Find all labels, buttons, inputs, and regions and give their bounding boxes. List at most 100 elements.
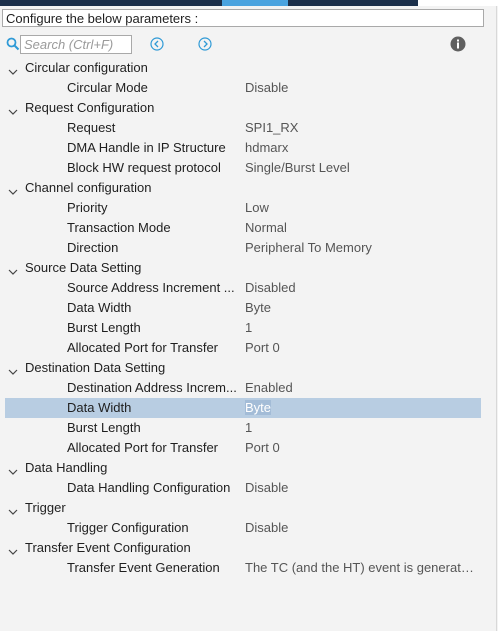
parameter-row[interactable]: Priority Low [0,198,496,218]
parameter-name: Trigger Configuration [67,520,189,535]
parameter-value-text: Disabled [245,280,296,295]
tree-group-row[interactable]: Data Handling [0,458,496,478]
parameter-value-text: Byte [245,400,272,415]
panel-header: Configure the below parameters : [2,9,484,27]
tree-group-row[interactable]: Trigger [0,498,496,518]
parameter-value[interactable]: The TC (and the HT) event is generate... [245,558,477,578]
parameter-row[interactable]: Burst Length 1 [0,418,496,438]
chevron-down-icon[interactable] [8,103,18,115]
group-label: Transfer Event Configuration [25,540,191,555]
chevron-left-circle-icon[interactable] [150,37,164,51]
parameter-value[interactable]: Disable [245,78,477,98]
parameter-value-text: Byte [245,300,272,315]
parameter-value[interactable]: Low [245,198,477,218]
chevron-down-icon[interactable] [8,363,18,375]
parameter-row[interactable]: Circular Mode Disable [0,78,496,98]
parameter-settings-panel: Configure the below parameters : Circula… [0,6,497,631]
chevron-down-icon[interactable] [8,263,18,275]
parameter-row[interactable]: Allocated Port for Transfer Port 0 [0,438,496,458]
parameter-value[interactable]: Byte [245,298,477,318]
chevron-down-icon[interactable] [8,63,18,75]
parameter-name: Data Width [67,400,132,415]
parameter-row[interactable]: Transaction Mode Normal [0,218,496,238]
parameter-name: Priority [67,200,108,215]
parameter-value[interactable]: Normal [245,218,477,238]
parameter-value-text: 1 [245,420,253,435]
parameter-value[interactable]: Enabled [245,378,477,398]
chevron-down-icon[interactable] [8,463,18,475]
parameter-value-text: Port 0 [245,340,280,355]
parameter-name: Allocated Port for Transfer [67,440,219,455]
parameter-value[interactable]: Disabled [245,278,477,298]
parameter-name: Transfer Event Generation [67,560,220,575]
parameter-row[interactable]: Data Handling Configuration Disable [0,478,496,498]
parameter-value[interactable]: Disable [245,518,477,538]
parameter-name: Burst Length [67,320,141,335]
parameter-name: Data Handling Configuration [67,480,231,495]
parameter-name: Transaction Mode [67,220,171,235]
parameter-row[interactable]: Trigger Configuration Disable [0,518,496,538]
parameter-value-text: SPI1_RX [245,120,299,135]
parameter-value-text: Disable [245,480,289,495]
parameter-name: Allocated Port for Transfer [67,340,219,355]
parameter-row[interactable]: Burst Length 1 [0,318,496,338]
group-label: Trigger [25,500,66,515]
parameter-value[interactable]: Byte [245,398,477,418]
parameter-value[interactable]: Port 0 [245,338,477,358]
parameter-value-text: Disable [245,80,289,95]
parameter-name: Data Width [67,300,132,315]
parameter-name: DMA Handle in IP Structure [67,140,226,155]
tree-group-row[interactable]: Destination Data Setting [0,358,496,378]
parameter-row[interactable]: Transfer Event Generation The TC (and the… [0,558,496,578]
parameter-row[interactable]: DMA Handle in IP Structure hdmarx [0,138,496,158]
parameter-value[interactable]: 1 [245,318,477,338]
parameter-value[interactable]: Single/Burst Level [245,158,477,178]
parameter-row[interactable]: Data Width Byte [5,398,481,418]
parameter-name: Direction [67,240,119,255]
parameter-value-text: Disable [245,520,289,535]
tree-group-row[interactable]: Source Data Setting [0,258,496,278]
group-label: Data Handling [25,460,108,475]
parameter-row[interactable]: Direction Peripheral To Memory [0,238,496,258]
parameter-value[interactable]: hdmarx [245,138,477,158]
parameter-row[interactable]: Source Address Increment ... Disabled [0,278,496,298]
parameter-value-text: 1 [245,320,253,335]
parameter-name: Burst Length [67,420,141,435]
parameter-row[interactable]: Request SPI1_RX [0,118,496,138]
parameter-row[interactable]: Block HW request protocol Single/Burst Le… [0,158,496,178]
search-toolbar [0,34,496,56]
search-input[interactable] [20,35,132,54]
group-label: Request Configuration [25,100,155,115]
parameter-name: Destination Address Increm... [67,380,237,395]
parameter-name: Circular Mode [67,80,148,95]
info-icon[interactable] [450,36,466,52]
chevron-down-icon[interactable] [8,183,18,195]
chevron-down-icon[interactable] [8,543,18,555]
parameter-value-text: hdmarx [245,140,289,155]
parameter-row[interactable]: Allocated Port for Transfer Port 0 [0,338,496,358]
group-label: Source Data Setting [25,260,142,275]
parameter-name: Request [67,120,116,135]
parameter-value[interactable]: Disable [245,478,477,498]
group-label: Channel configuration [25,180,152,195]
tree-group-row[interactable]: Channel configuration [0,178,496,198]
parameter-row[interactable]: Destination Address Increm... Enabled [0,378,496,398]
parameter-value[interactable]: Port 0 [245,438,477,458]
parameter-row[interactable]: Data Width Byte [0,298,496,318]
group-label: Destination Data Setting [25,360,166,375]
parameter-tree: Circular configuration Circular Mode Disab… [0,58,496,578]
tree-group-row[interactable]: Circular configuration [0,58,496,78]
search-icon [6,37,20,51]
tree-group-row[interactable]: Request Configuration [0,98,496,118]
parameter-value-text: The TC (and the HT) event is generate... [245,560,477,575]
parameter-value[interactable]: Peripheral To Memory [245,238,477,258]
parameter-value-text: Peripheral To Memory [245,240,372,255]
chevron-down-icon[interactable] [8,503,18,515]
chevron-right-circle-icon[interactable] [198,37,212,51]
parameter-value-text: Low [245,200,269,215]
parameter-value-text: Single/Burst Level [245,160,350,175]
tree-group-row[interactable]: Transfer Event Configuration [0,538,496,558]
parameter-value-text: Enabled [245,380,293,395]
parameter-value[interactable]: SPI1_RX [245,118,477,138]
parameter-value[interactable]: 1 [245,418,477,438]
